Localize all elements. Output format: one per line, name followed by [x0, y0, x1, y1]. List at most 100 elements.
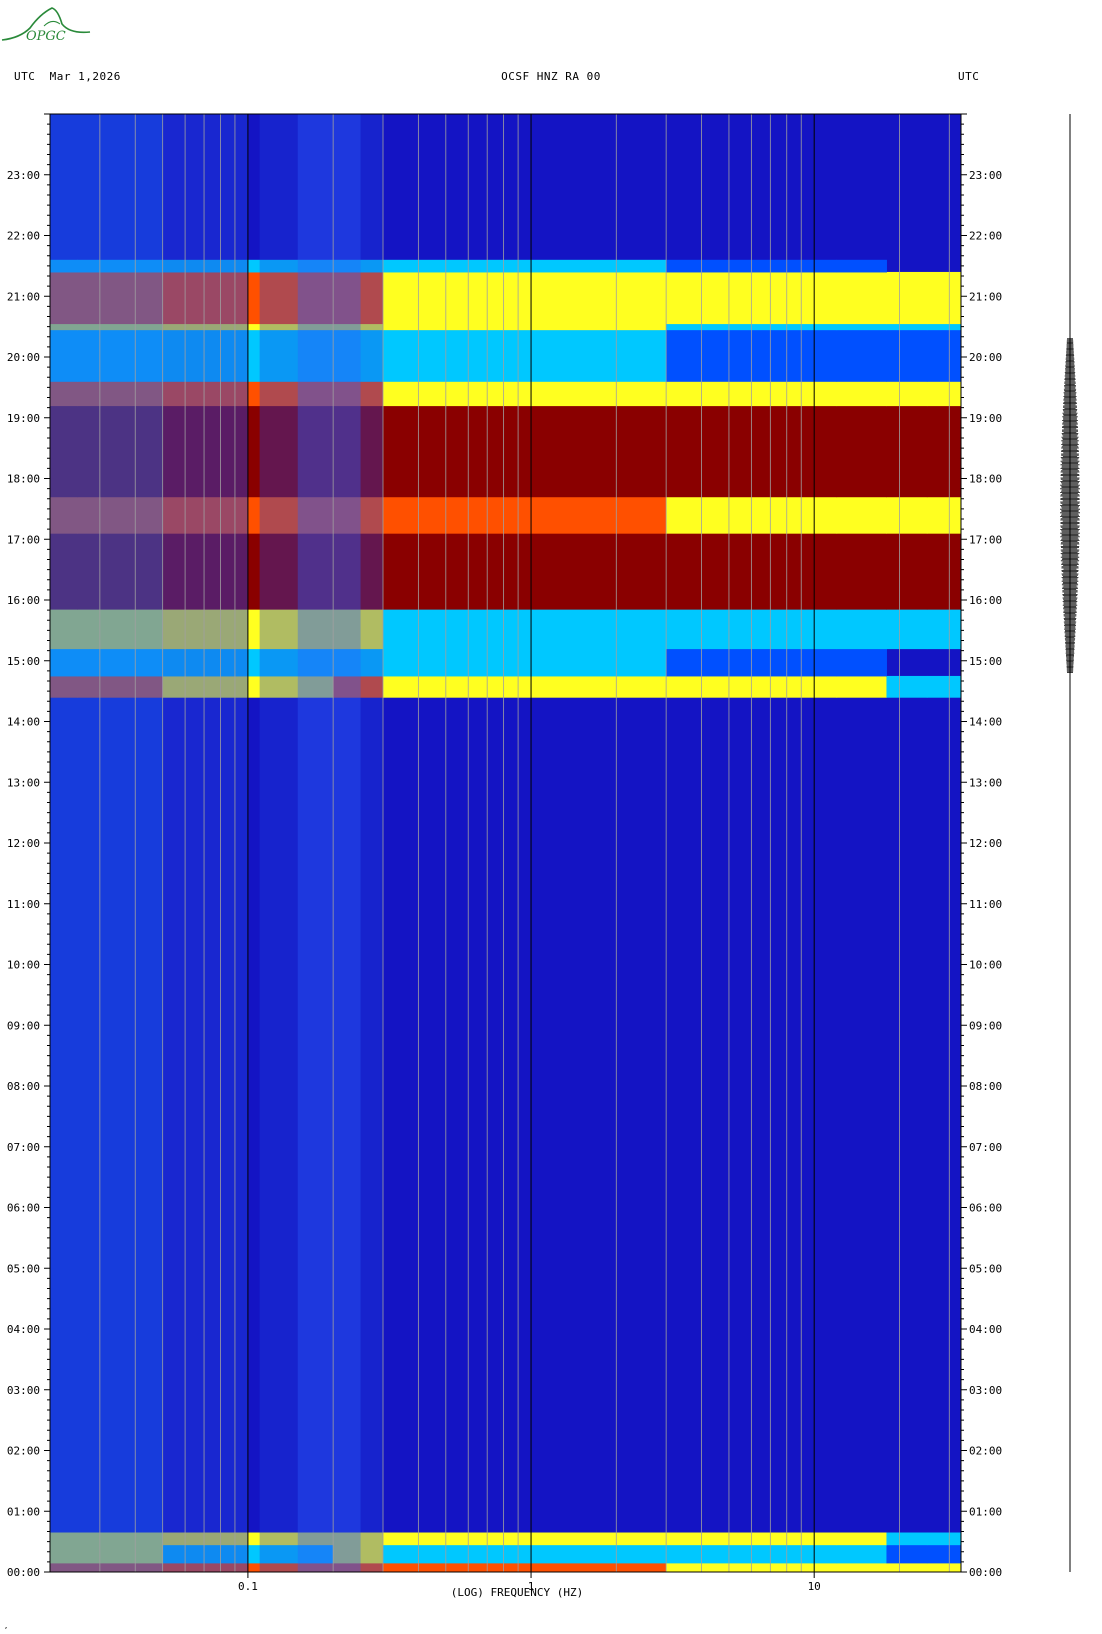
intensity-cell	[728, 1544, 788, 1564]
intensity-cell	[786, 496, 838, 534]
y-tick-label: 03:00	[969, 1384, 1002, 1397]
y-tick-label: 17:00	[969, 533, 1002, 546]
y-tick-label: 10:00	[7, 959, 40, 972]
intensity-cell	[666, 271, 730, 325]
footer-mark: ‚	[4, 1622, 9, 1630]
intensity-cell	[836, 1544, 887, 1564]
intensity-cell	[445, 533, 532, 610]
intensity-cell	[786, 648, 838, 677]
intensity-cell	[926, 405, 961, 498]
intensity-cell	[836, 1562, 887, 1572]
intensity-cell	[886, 1562, 928, 1572]
intensity-cell	[616, 648, 667, 677]
y-tick-label: 08:00	[7, 1080, 40, 1093]
y-tick-label: 14:00	[969, 716, 1002, 729]
y-tick-label: 23:00	[7, 169, 40, 182]
intensity-cell	[836, 675, 887, 698]
y-tick-label: 19:00	[969, 412, 1002, 425]
y-tick-label: 12:00	[969, 837, 1002, 850]
intensity-cell	[786, 1544, 838, 1564]
intensity-cell	[926, 1562, 961, 1572]
y-tick-label: 02:00	[7, 1445, 40, 1458]
intensity-cell	[616, 259, 667, 273]
intensity-cell	[926, 323, 961, 331]
y-tick-label: 01:00	[969, 1505, 1002, 1518]
intensity-cell	[836, 533, 887, 610]
intensity-cell	[666, 381, 730, 407]
y-tick-label: 12:00	[7, 837, 40, 850]
intensity-cell	[786, 323, 838, 331]
intensity-cell	[531, 675, 617, 698]
intensity-cell	[445, 1532, 532, 1546]
intensity-cell	[728, 323, 788, 331]
y-tick-label: 20:00	[7, 351, 40, 364]
y-tick-label: 06:00	[969, 1202, 1002, 1215]
intensity-cell	[382, 648, 447, 677]
y-tick-label: 06:00	[7, 1202, 40, 1215]
intensity-cell	[445, 323, 532, 331]
intensity-cell	[531, 259, 617, 273]
intensity-cell	[666, 609, 730, 650]
intensity-cell	[382, 271, 447, 325]
intensity-cell	[886, 271, 928, 325]
y-tick-label: 22:00	[969, 230, 1002, 243]
intensity-cell	[728, 271, 788, 325]
intensity-cell	[926, 329, 961, 382]
intensity-cell	[728, 381, 788, 407]
intensity-cell	[382, 381, 447, 407]
intensity-cell	[445, 648, 532, 677]
intensity-cell	[531, 271, 617, 325]
y-tick-label: 17:00	[7, 533, 40, 546]
y-tick-label: 21:00	[969, 290, 1002, 303]
intensity-cell	[616, 1532, 667, 1546]
intensity-cell	[445, 609, 532, 650]
spectrogram-plot-area	[50, 114, 961, 1572]
intensity-cell	[786, 405, 838, 498]
intensity-cell	[786, 381, 838, 407]
intensity-cell	[836, 323, 887, 331]
intensity-cell	[886, 329, 928, 382]
intensity-cell	[445, 329, 532, 382]
intensity-cell	[616, 496, 667, 534]
intensity-cell	[728, 609, 788, 650]
intensity-cell	[886, 1532, 928, 1546]
intensity-cell	[886, 405, 928, 498]
intensity-cell	[616, 533, 667, 610]
intensity-cell	[382, 675, 447, 698]
intensity-cell	[616, 675, 667, 698]
y-tick-label: 16:00	[969, 594, 1002, 607]
y-axis-right: 00:00 01:00 02:00 03:00 04:00 05:00 06:00 07:00…	[961, 113, 1002, 1579]
y-tick-label: 01:00	[7, 1505, 40, 1518]
intensity-cell	[836, 648, 887, 677]
intensity-cell	[786, 675, 838, 698]
y-tick-label: 09:00	[969, 1019, 1002, 1032]
y-tick-label: 02:00	[969, 1445, 1002, 1458]
intensity-cell	[382, 1544, 447, 1564]
intensity-cell	[728, 533, 788, 610]
y-tick-label: 03:00	[7, 1384, 40, 1397]
y-tick-label: 16:00	[7, 594, 40, 607]
y-axis-left: 00:00 01:00 02:00 03:00 04:00 05:00 06:00 07:00…	[7, 113, 50, 1579]
intensity-cell	[786, 1562, 838, 1572]
intensity-cell	[382, 1562, 447, 1572]
intensity-cell	[616, 1544, 667, 1564]
y-tick-label: 05:00	[969, 1262, 1002, 1275]
y-tick-label: 11:00	[969, 898, 1002, 911]
intensity-cell	[728, 1532, 788, 1546]
intensity-cell	[616, 609, 667, 650]
y-tick-label: 04:00	[969, 1323, 1002, 1336]
intensity-cell	[531, 329, 617, 382]
intensity-cell	[445, 1544, 532, 1564]
intensity-cell	[836, 271, 887, 325]
intensity-cell	[786, 271, 838, 325]
intensity-cell	[728, 675, 788, 698]
intensity-cell	[836, 405, 887, 498]
y-tick-label: 22:00	[7, 230, 40, 243]
intensity-cell	[616, 1562, 667, 1572]
intensity-cell	[836, 259, 887, 273]
intensity-cell	[836, 496, 887, 534]
y-tick-label: 18:00	[7, 473, 40, 486]
intensity-cell	[445, 271, 532, 325]
intensity-cell	[786, 259, 838, 273]
intensity-cell	[926, 381, 961, 407]
